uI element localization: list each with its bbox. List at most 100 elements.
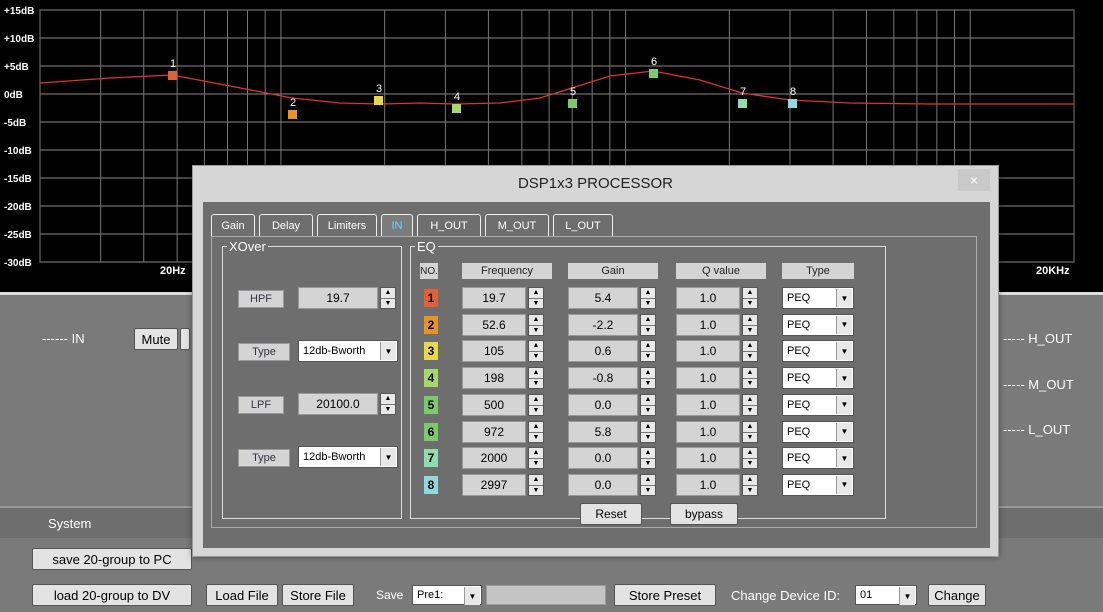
eq-frequency-field[interactable]: 105	[462, 340, 526, 363]
eq-q-spinner[interactable]: ▲ ▼	[742, 393, 758, 416]
eq-q-field[interactable]: 1.0	[676, 393, 740, 416]
spin-down-icon[interactable]: ▼	[641, 486, 655, 496]
spin-up-icon[interactable]: ▲	[641, 341, 655, 353]
eq-type-select[interactable]: PEQ ▼	[782, 340, 854, 363]
tab-in[interactable]: IN	[381, 214, 413, 236]
spin-down-icon[interactable]: ▼	[743, 326, 757, 336]
spin-up-icon[interactable]: ▲	[743, 422, 757, 433]
spin-down-icon[interactable]: ▼	[381, 405, 395, 415]
spin-down-icon[interactable]: ▼	[381, 299, 395, 309]
spin-up-icon[interactable]: ▲	[529, 315, 543, 326]
eq-q-field[interactable]: 1.0	[676, 340, 740, 363]
eq-type-select[interactable]: PEQ ▼	[782, 393, 854, 416]
eq-gain-field[interactable]: -0.8	[568, 367, 638, 390]
eq-q-spinner[interactable]: ▲ ▼	[742, 473, 758, 496]
eq-q-spinner[interactable]: ▲ ▼	[742, 287, 758, 309]
spin-down-icon[interactable]: ▼	[641, 433, 655, 443]
lpf-frequency-field[interactable]: 20100.0	[298, 393, 378, 415]
eq-type-select[interactable]: PEQ ▼	[782, 447, 854, 470]
eq-gain-field[interactable]: 5.8	[568, 420, 638, 443]
spin-up-icon[interactable]: ▲	[529, 395, 543, 406]
eq-frequency-spinner[interactable]: ▲ ▼	[528, 367, 544, 390]
eq-q-spinner[interactable]: ▲ ▼	[742, 420, 758, 443]
spin-up-icon[interactable]: ▲	[381, 288, 395, 299]
spin-up-icon[interactable]: ▲	[743, 475, 757, 486]
spin-up-icon[interactable]: ▲	[641, 315, 655, 326]
preset-name-input[interactable]	[486, 585, 606, 605]
spin-up-icon[interactable]: ▲	[529, 288, 543, 299]
spin-down-icon[interactable]: ▼	[529, 326, 543, 336]
tab-limiters[interactable]: Limiters	[317, 214, 377, 236]
eq-q-field[interactable]: 1.0	[676, 313, 740, 336]
spin-down-icon[interactable]: ▼	[529, 486, 543, 496]
spin-up-icon[interactable]: ▲	[743, 395, 757, 406]
store-preset-button[interactable]: Store Preset	[614, 584, 716, 606]
lpf-spinner[interactable]: ▲ ▼	[380, 393, 396, 415]
spin-down-icon[interactable]: ▼	[743, 379, 757, 389]
spin-down-icon[interactable]: ▼	[529, 299, 543, 309]
eq-gain-spinner[interactable]: ▲ ▼	[640, 313, 656, 336]
spin-up-icon[interactable]: ▲	[641, 422, 655, 433]
spin-down-icon[interactable]: ▼	[641, 352, 655, 362]
eq-q-spinner[interactable]: ▲ ▼	[742, 340, 758, 363]
spin-down-icon[interactable]: ▼	[529, 379, 543, 389]
eq-frequency-spinner[interactable]: ▲ ▼	[528, 447, 544, 470]
eq-frequency-spinner[interactable]: ▲ ▼	[528, 420, 544, 443]
eq-q-field[interactable]: 1.0	[676, 473, 740, 496]
spin-down-icon[interactable]: ▼	[743, 352, 757, 362]
hpf-frequency-field[interactable]: 19.7	[298, 287, 378, 309]
eq-q-field[interactable]: 1.0	[676, 287, 740, 309]
eq-frequency-spinner[interactable]: ▲ ▼	[528, 473, 544, 496]
eq-type-select[interactable]: PEQ ▼	[782, 313, 854, 336]
eq-type-select[interactable]: PEQ ▼	[782, 420, 854, 443]
spin-up-icon[interactable]: ▲	[529, 341, 543, 353]
eq-type-select[interactable]: PEQ ▼	[782, 367, 854, 390]
eq-gain-spinner[interactable]: ▲ ▼	[640, 447, 656, 470]
eq-gain-spinner[interactable]: ▲ ▼	[640, 340, 656, 363]
change-button[interactable]: Change	[928, 584, 986, 606]
eq-frequency-spinner[interactable]: ▲ ▼	[528, 287, 544, 309]
spin-up-icon[interactable]: ▲	[529, 475, 543, 486]
eq-q-field[interactable]: 1.0	[676, 367, 740, 390]
spin-up-icon[interactable]: ▲	[529, 368, 543, 380]
spin-up-icon[interactable]: ▲	[529, 448, 543, 460]
load-to-dv-button[interactable]: load 20-group to DV	[32, 584, 192, 606]
spin-down-icon[interactable]: ▼	[529, 459, 543, 469]
spin-up-icon[interactable]: ▲	[641, 395, 655, 406]
eq-frequency-field[interactable]: 52.6	[462, 313, 526, 336]
spin-up-icon[interactable]: ▲	[641, 475, 655, 486]
spin-up-icon[interactable]: ▲	[743, 341, 757, 353]
eq-frequency-field[interactable]: 972	[462, 420, 526, 443]
spin-up-icon[interactable]: ▲	[743, 368, 757, 380]
tab-l-out[interactable]: L_OUT	[553, 214, 613, 236]
reset-button[interactable]: Reset	[580, 503, 642, 525]
close-icon[interactable]: ×	[958, 169, 990, 191]
spin-down-icon[interactable]: ▼	[529, 433, 543, 443]
eq-q-spinner[interactable]: ▲ ▼	[742, 313, 758, 336]
eq-gain-field[interactable]: 0.6	[568, 340, 638, 363]
spin-down-icon[interactable]: ▼	[743, 406, 757, 416]
preset-select[interactable]: Pre1: ▼	[412, 585, 482, 605]
hpf-spinner[interactable]: ▲ ▼	[380, 287, 396, 309]
spin-down-icon[interactable]: ▼	[743, 486, 757, 496]
spin-up-icon[interactable]: ▲	[529, 422, 543, 433]
spin-down-icon[interactable]: ▼	[641, 406, 655, 416]
spin-up-icon[interactable]: ▲	[381, 394, 395, 405]
spin-up-icon[interactable]: ▲	[641, 368, 655, 380]
eq-gain-field[interactable]: 0.0	[568, 447, 638, 470]
spin-up-icon[interactable]: ▲	[743, 315, 757, 326]
load-file-button[interactable]: Load File	[206, 584, 278, 606]
eq-frequency-field[interactable]: 198	[462, 367, 526, 390]
spin-up-icon[interactable]: ▲	[641, 448, 655, 460]
eq-frequency-spinner[interactable]: ▲ ▼	[528, 340, 544, 363]
spin-down-icon[interactable]: ▼	[743, 459, 757, 469]
hpf-type-select[interactable]: 12db-Bworth ▼	[298, 340, 398, 362]
tab-gain[interactable]: Gain	[211, 214, 255, 236]
spin-down-icon[interactable]: ▼	[641, 326, 655, 336]
eq-type-select[interactable]: PEQ ▼	[782, 473, 854, 496]
spin-down-icon[interactable]: ▼	[529, 406, 543, 416]
eq-frequency-spinner[interactable]: ▲ ▼	[528, 313, 544, 336]
eq-frequency-field[interactable]: 500	[462, 393, 526, 416]
spin-down-icon[interactable]: ▼	[529, 352, 543, 362]
eq-gain-spinner[interactable]: ▲ ▼	[640, 287, 656, 309]
